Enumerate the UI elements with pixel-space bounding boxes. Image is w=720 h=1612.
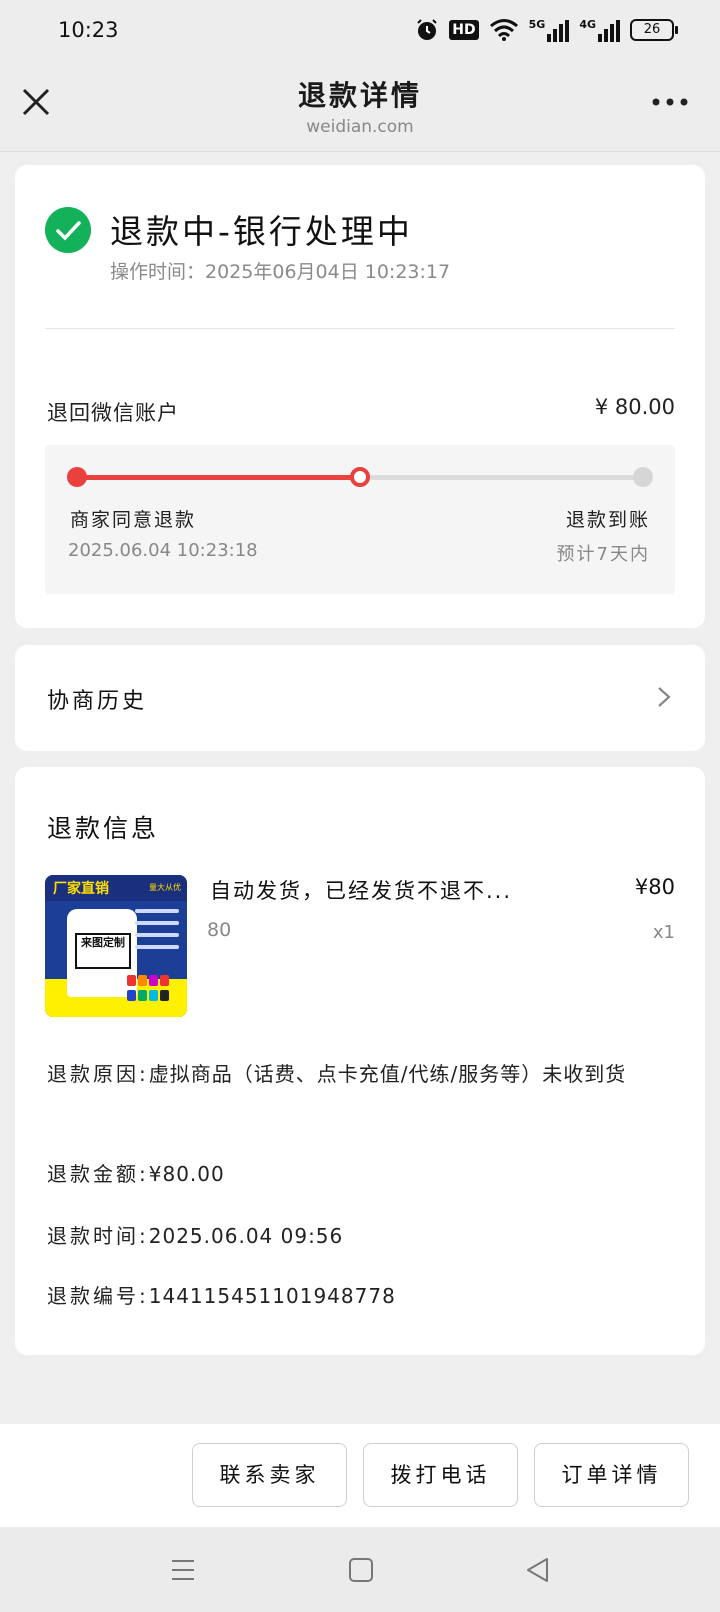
refund-id-key: 退款编号: xyxy=(47,1284,149,1308)
progress-current-dot xyxy=(350,467,370,487)
refund-time-key: 退款时间: xyxy=(47,1224,149,1248)
progress-end-dot xyxy=(633,467,653,487)
clock: 10:23 xyxy=(58,18,119,42)
refund-reason-key: 退款原因: xyxy=(47,1062,149,1086)
order-details-button[interactable]: 订单详情 xyxy=(534,1443,689,1507)
refund-id-value: 144115451101948778 xyxy=(148,1284,396,1308)
alarm-icon xyxy=(417,19,437,40)
wifi-icon xyxy=(489,19,518,41)
refund-info-card: 退款信息 厂家直销 量大从优 来图定制 自动发货，已经发货不退不... ¥80 … xyxy=(15,767,705,1355)
nav-bar: 退款详情 weidian.com xyxy=(0,62,720,152)
progress-fill xyxy=(77,475,360,480)
product-quantity: x1 xyxy=(652,922,675,943)
thumb-banner-right-text: 量大从优 xyxy=(149,883,181,892)
check-circle-icon xyxy=(45,207,91,253)
status-icons: HD 5G 4G 26 xyxy=(415,18,678,42)
progress-start-dot xyxy=(67,467,87,487)
step-refund-arrived-estimate: 预计7天内 xyxy=(556,544,650,565)
refund-status-title: 退款中-银行处理中 xyxy=(110,212,413,251)
refund-amount-value: ¥80.00 xyxy=(148,1162,225,1186)
refund-amount: ¥ 80.00 xyxy=(594,395,675,419)
hd-icon: HD xyxy=(449,20,479,40)
product-price: ¥80 xyxy=(634,875,675,899)
negotiation-history-row[interactable]: 协商历史 xyxy=(15,645,705,751)
product-title[interactable]: 自动发货，已经发货不退不... xyxy=(210,875,512,905)
battery-icon: 26 xyxy=(630,19,678,41)
refund-id-row: 退款编号:144115451101948778 xyxy=(47,1277,665,1315)
thumb-banner-text: 厂家直销 xyxy=(53,881,109,897)
page-title: 退款详情 xyxy=(297,79,422,112)
system-navigation-bar xyxy=(0,1527,720,1612)
refund-status-card: 退款中-银行处理中 操作时间：2025年06月04日 10:23:17 退回微信… xyxy=(15,165,705,628)
refund-info-title: 退款信息 xyxy=(47,814,160,843)
step-merchant-agreed-time: 2025.06.04 10:23:18 xyxy=(68,540,258,561)
operation-time: 操作时间：2025年06月04日 10:23:17 xyxy=(110,261,451,283)
product-spec: 80 xyxy=(207,919,232,941)
refund-destination: 退回微信账户 xyxy=(47,401,179,425)
refund-time-row: 退款时间:2025.06.04 09:56 xyxy=(47,1217,665,1255)
refund-reason: 退款原因:虚拟商品（话费、点卡充值/代练/服务等）未收到货 xyxy=(47,1055,665,1093)
thumb-center-text: 来图定制 xyxy=(75,933,131,969)
page-domain: weidian.com xyxy=(306,117,414,137)
refund-amount-key: 退款金额: xyxy=(47,1162,149,1186)
product-thumbnail[interactable]: 厂家直销 量大从优 来图定制 xyxy=(45,875,187,1017)
step-refund-arrived-label: 退款到账 xyxy=(565,509,650,531)
divider xyxy=(45,328,675,329)
status-bar: 10:23 HD 5G 4G 26 xyxy=(0,0,720,62)
step-merchant-agreed-label: 商家同意退款 xyxy=(70,509,197,531)
refund-reason-value: 虚拟商品（话费、点卡充值/代练/服务等）未收到货 xyxy=(148,1062,627,1086)
contact-seller-button[interactable]: 联系卖家 xyxy=(192,1443,347,1507)
menu-icon[interactable] xyxy=(168,1555,198,1585)
back-icon[interactable] xyxy=(523,1555,553,1585)
call-button[interactable]: 拨打电话 xyxy=(363,1443,518,1507)
more-options-icon[interactable] xyxy=(650,92,690,112)
refund-time-value: 2025.06.04 09:56 xyxy=(148,1224,344,1248)
signal-4g-icon: 4G xyxy=(579,18,620,42)
refund-amount-row: 退款金额:¥80.00 xyxy=(47,1155,665,1193)
chevron-right-icon xyxy=(658,687,671,707)
signal-5g-icon: 5G xyxy=(529,18,570,42)
home-icon[interactable] xyxy=(346,1555,376,1585)
bottom-action-bar: 联系卖家 拨打电话 订单详情 xyxy=(0,1424,720,1527)
refund-progress: 商家同意退款 2025.06.04 10:23:18 退款到账 预计7天内 xyxy=(45,445,675,594)
negotiation-history-label: 协商历史 xyxy=(47,689,148,714)
